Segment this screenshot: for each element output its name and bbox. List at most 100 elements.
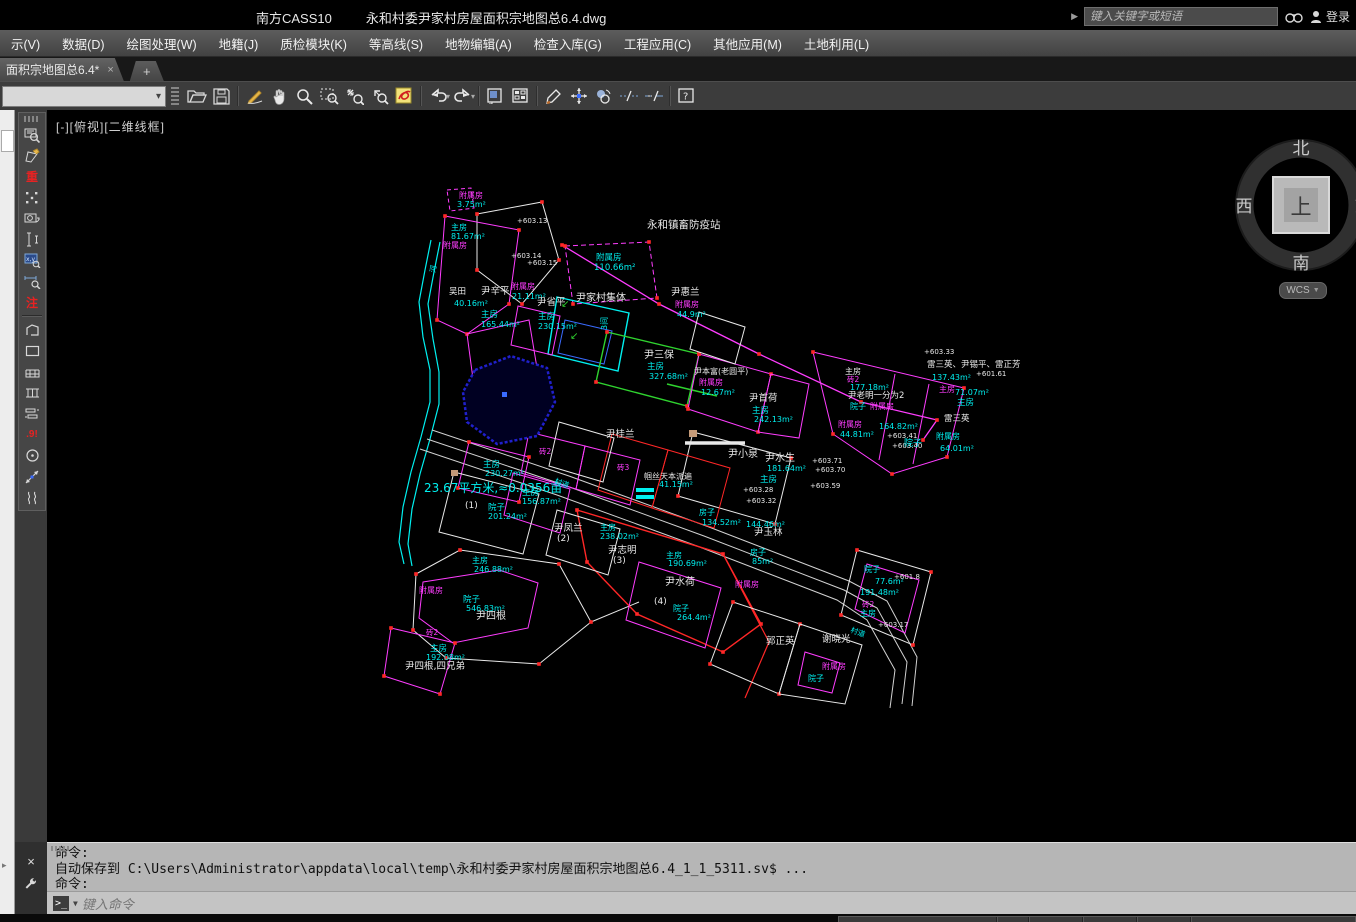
menu-item-1[interactable]: 数据(D): [51, 30, 115, 56]
section-h-icon[interactable]: [21, 229, 43, 250]
command-line-panel[interactable]: 命令:自动保存到 C:\Users\Administrator\appdata\…: [47, 842, 1356, 914]
palette-mini-box[interactable]: [1, 130, 14, 152]
svg-text:尹惠兰: 尹惠兰: [671, 286, 700, 298]
menu-item-9[interactable]: 其他应用(M): [702, 30, 793, 56]
command-input-placeholder[interactable]: 键入命令: [82, 894, 134, 913]
svg-text:↙: ↙: [561, 299, 569, 310]
menu-item-4[interactable]: 质检模块(K): [269, 30, 358, 56]
svg-text:242.13m²: 242.13m²: [754, 415, 793, 424]
help-search-input[interactable]: [1084, 7, 1278, 26]
svg-text:164.82m²: 164.82m²: [879, 422, 918, 431]
polygon-tool-icon[interactable]: [21, 319, 43, 340]
svg-text:134.52m²: 134.52m²: [702, 518, 741, 527]
login-button[interactable]: 登录: [1310, 8, 1350, 25]
dot9-tool-label[interactable]: .9!: [21, 424, 43, 445]
new-tab-button[interactable]: +: [130, 61, 164, 81]
command-input-row[interactable]: >_ ▼ 键入命令: [47, 891, 1356, 914]
redo-button[interactable]: [450, 84, 475, 108]
binoculars-icon[interactable]: [1284, 10, 1304, 24]
camera-rotate-icon[interactable]: [21, 208, 43, 229]
svg-text:主房: 主房: [481, 309, 498, 320]
file-name: 永和村委尹家村房屋面积宗地图总6.4.dwg: [366, 11, 607, 26]
selection-dots-icon[interactable]: [21, 187, 43, 208]
svg-text:(4): (4): [654, 597, 667, 607]
menu-item-6[interactable]: 地物编辑(A): [434, 30, 523, 56]
match-properties-icon[interactable]: [541, 84, 566, 108]
view-cube[interactable]: 北 南 西 东 上: [1218, 120, 1356, 280]
map-canvas[interactable]: 永和镇畜防疫站尹家村集体附属房110.66m²尹惠兰附属房44.9m²+603.…: [47, 110, 1355, 842]
palette-grip[interactable]: [24, 116, 40, 122]
break-line-icon[interactable]: [616, 84, 641, 108]
open-button[interactable]: [184, 84, 209, 108]
copy-rotate-icon[interactable]: [591, 84, 616, 108]
redline-markup-icon[interactable]: [392, 84, 417, 108]
zoom-icon[interactable]: [292, 84, 317, 108]
move-icon[interactable]: [566, 84, 591, 108]
dimension-search-icon[interactable]: [21, 271, 43, 292]
svg-text:+603.13: +603.13: [517, 217, 547, 225]
svg-text:谢晓光: 谢晓光: [822, 633, 851, 645]
save-button[interactable]: [209, 84, 234, 108]
join-line-icon[interactable]: [641, 84, 666, 108]
flyout-arrow-icon[interactable]: ▸: [2, 860, 7, 871]
chevron-down-icon[interactable]: ▼: [73, 899, 78, 908]
viewport-controls[interactable]: [-][俯视][二维线框]: [56, 118, 165, 135]
cass-tool-palette: 重 x,y 注 .9!: [18, 112, 46, 511]
plot-settings-icon[interactable]: [508, 84, 533, 108]
svg-text:41.15m²: 41.15m²: [659, 480, 693, 489]
marker-pencil-icon[interactable]: [242, 84, 267, 108]
tab-close-icon[interactable]: ×: [107, 64, 113, 76]
svg-text:尹首荷: 尹首荷: [749, 392, 778, 404]
repeat-tool-label[interactable]: 重: [21, 166, 43, 187]
wcs-selector[interactable]: WCS▼: [1279, 282, 1327, 299]
search-collapse-icon[interactable]: ▶: [1071, 11, 1078, 22]
menu-item-7[interactable]: 检查入库(G): [523, 30, 613, 56]
zoom-scale-icon[interactable]: [342, 84, 367, 108]
svg-text:+603.71: +603.71: [812, 457, 842, 465]
rectangle-tool-icon[interactable]: [21, 340, 43, 361]
command-grip[interactable]: [51, 846, 69, 851]
svg-text:110.66m²: 110.66m²: [594, 263, 635, 273]
wrench-icon[interactable]: [24, 877, 38, 891]
svg-text:主房: 主房: [647, 361, 664, 372]
edit-verify-icon[interactable]: [21, 145, 43, 166]
drawing-tab[interactable]: 面积宗地图总6.4* ×: [0, 58, 124, 81]
circle-dot-icon[interactable]: [21, 445, 43, 466]
wavy-lines-icon[interactable]: [21, 487, 43, 508]
svg-text:主房: 主房: [538, 311, 555, 322]
menu-item-2[interactable]: 绘图处理(W): [116, 30, 208, 56]
pan-hand-icon[interactable]: [267, 84, 292, 108]
svg-text:尹志明: 尹志明: [608, 544, 637, 556]
svg-text:190.69m²: 190.69m²: [668, 559, 707, 568]
svg-text:(1): (1): [465, 501, 478, 511]
plot-preview-icon[interactable]: [483, 84, 508, 108]
node-arrow-icon[interactable]: [21, 466, 43, 487]
zoom-previous-icon[interactable]: [367, 84, 392, 108]
menu-item-8[interactable]: 工程应用(C): [613, 30, 702, 56]
toolbar-grip[interactable]: [171, 87, 179, 105]
command-close-icon[interactable]: ×: [27, 854, 35, 869]
table-rows-icon[interactable]: [21, 361, 43, 382]
svg-text:河: 河: [428, 264, 438, 273]
xy-locate-icon[interactable]: x,y: [21, 250, 43, 271]
zoom-window-icon[interactable]: [317, 84, 342, 108]
workspace-dropdown[interactable]: ▾: [2, 86, 166, 107]
svg-text:+603.32: +603.32: [746, 497, 776, 505]
menu-item-10[interactable]: 土地利用(L): [793, 30, 880, 56]
table-columns-icon[interactable]: [21, 382, 43, 403]
help-button[interactable]: ?: [674, 84, 699, 108]
menu-item-5[interactable]: 等高线(S): [358, 30, 434, 56]
command-prompt-icon[interactable]: >_: [53, 896, 69, 911]
svg-text:+601.8: +601.8: [894, 573, 920, 581]
svg-text:院子: 院子: [850, 401, 866, 411]
drawing-canvas[interactable]: [-][俯视][二维线框] 永和镇畜防疫站尹家村集体附属房110.66m²尹惠兰…: [47, 110, 1356, 842]
svg-text:雷三英、尹锡平、雷正芳: 雷三英、尹锡平、雷正芳: [927, 359, 1021, 370]
bench-swap-icon[interactable]: [21, 403, 43, 424]
collapsed-palette-strip[interactable]: [0, 110, 15, 842]
menu-item-3[interactable]: 地籍(J): [208, 30, 270, 56]
menu-item-0[interactable]: 示(V): [0, 30, 51, 56]
collapsed-palette-strip-bottom[interactable]: ▸: [0, 842, 15, 914]
title-bar: 南方CASS10永和村委尹家村房屋面积宗地图总6.4.dwg ▶ 登录: [0, 0, 1356, 30]
annotate-tool-label[interactable]: 注: [21, 292, 43, 313]
code-search-icon[interactable]: [21, 124, 43, 145]
